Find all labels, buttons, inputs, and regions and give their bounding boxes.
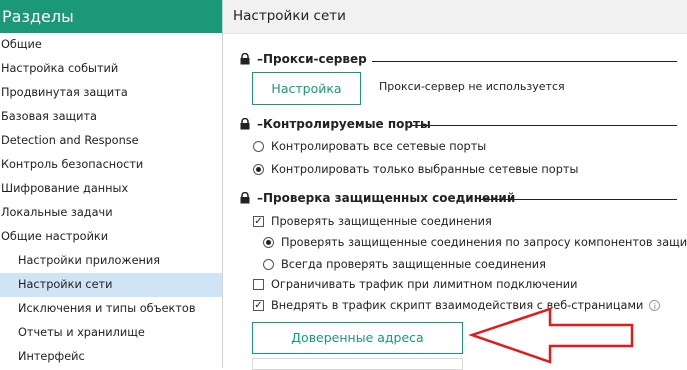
- nav-item-exclusions[interactable]: Исключения и типы объектов: [0, 297, 222, 321]
- radio-on-request-label: Проверять защищенные соединения по запро…: [281, 236, 687, 249]
- check-secure-label: Проверять защищенные соединения: [271, 215, 492, 228]
- limit-traffic-label: Ограничивать трафик при лимитном подключ…: [271, 278, 578, 291]
- proxy-status-text: Прокси-сервер не используется: [379, 80, 565, 93]
- nav-item-local-tasks[interactable]: Локальные задачи: [0, 201, 222, 225]
- check-limit-traffic[interactable]: Ограничивать трафик при лимитном подключ…: [253, 278, 577, 291]
- nav-item-network-settings[interactable]: Настройки сети: [0, 273, 222, 297]
- ports-divider: [410, 125, 677, 126]
- annotation-arrow-icon: [468, 307, 634, 364]
- lock-icon[interactable]: [239, 192, 251, 204]
- nav-item-app-settings[interactable]: Настройки приложения: [0, 249, 222, 273]
- nav-item-general[interactable]: Общие: [0, 33, 222, 57]
- radio-button[interactable]: [263, 259, 274, 270]
- sidebar-title: Разделы: [0, 0, 222, 33]
- proxy-setup-button[interactable]: Настройка: [252, 72, 361, 105]
- proxy-title-label: Прокси-сервер: [263, 52, 367, 66]
- check-secure-connections[interactable]: ✓ Проверять защищенные соединения: [253, 215, 492, 228]
- sections-sidebar: Разделы Общие Настройка событий Продвину…: [0, 0, 223, 368]
- trusted-addresses-button[interactable]: Доверенные адреса: [252, 322, 463, 354]
- proxy-section-title: – Прокси-сервер: [239, 52, 367, 66]
- nav-item-basic-protection[interactable]: Базовая защита: [0, 105, 222, 129]
- nav-item-reports-storage[interactable]: Отчеты и хранилище: [0, 321, 222, 345]
- ports-section-title: – Контролируемые порты: [239, 117, 431, 131]
- nav-item-general-settings[interactable]: Общие настройки: [0, 225, 222, 249]
- nav-item-advanced-protection[interactable]: Продвинутая защита: [0, 81, 222, 105]
- secure-title-label: Проверка защищенных соединений: [263, 191, 516, 205]
- secure-divider: [479, 199, 677, 200]
- proxy-divider: [372, 61, 677, 62]
- lock-icon[interactable]: [239, 118, 251, 130]
- radio-scan-on-request[interactable]: Проверять защищенные соединения по запро…: [263, 236, 687, 249]
- radio-always-label: Всегда проверять защищенные соединения: [281, 258, 546, 271]
- lock-icon[interactable]: [239, 53, 251, 65]
- radio-button-selected[interactable]: [253, 164, 264, 175]
- nav-item-security-control[interactable]: Контроль безопасности: [0, 153, 222, 177]
- radio-all-ports[interactable]: Контролировать все сетевые порты: [253, 140, 486, 153]
- radio-selected-ports[interactable]: Контролировать только выбранные сетевые …: [253, 163, 578, 176]
- page-title: Настройки сети: [223, 0, 687, 34]
- ports-title-label: Контролируемые порты: [263, 117, 431, 131]
- checkbox-checked[interactable]: ✓: [253, 216, 264, 227]
- radio-scan-always[interactable]: Всегда проверять защищенные соединения: [263, 258, 546, 271]
- nav-item-data-encryption[interactable]: Шифрование данных: [0, 177, 222, 201]
- checkbox-checked[interactable]: ✓: [253, 300, 264, 311]
- radio-selected-ports-label: Контролировать только выбранные сетевые …: [271, 163, 579, 176]
- nav-item-interface[interactable]: Интерфейс: [0, 345, 222, 369]
- nav-item-event-settings[interactable]: Настройка событий: [0, 57, 222, 81]
- partial-button-below: [252, 358, 463, 370]
- radio-all-ports-label: Контролировать все сетевые порты: [271, 140, 487, 153]
- secure-section-title: – Проверка защищенных соединений: [239, 191, 515, 205]
- nav-item-detection-response[interactable]: Detection and Response: [0, 129, 222, 153]
- radio-button[interactable]: [253, 141, 264, 152]
- checkbox-unchecked[interactable]: [253, 279, 264, 290]
- radio-button-selected[interactable]: [263, 237, 274, 248]
